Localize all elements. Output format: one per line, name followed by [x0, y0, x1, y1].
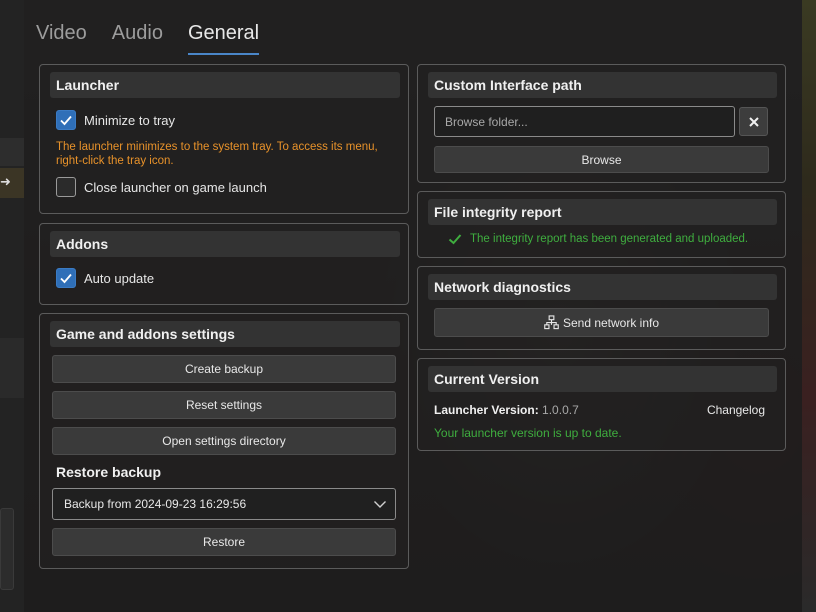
close-on-launch-checkbox[interactable]	[56, 177, 76, 197]
auto-update-label: Auto update	[84, 270, 155, 286]
browse-button[interactable]: Browse	[434, 146, 769, 173]
close-on-launch-option[interactable]: Close launcher on game launch	[56, 177, 267, 197]
launcher-card-title: Launcher	[50, 72, 400, 98]
background-scroll-panel	[0, 508, 14, 590]
custom-interface-card: Custom Interface path Browse	[417, 64, 786, 183]
close-on-launch-label: Close launcher on game launch	[84, 179, 267, 195]
custom-interface-card-title: Custom Interface path	[428, 72, 777, 98]
minimize-to-tray-checkbox[interactable]	[56, 110, 76, 130]
launcher-version-label: Launcher Version:	[434, 403, 539, 417]
file-integrity-card: File integrity report The integrity repo…	[417, 191, 786, 258]
auto-update-checkbox[interactable]	[56, 268, 76, 288]
restore-backup-title: Restore backup	[56, 464, 162, 480]
interface-path-input[interactable]	[434, 106, 735, 137]
current-version-card: Current Version Launcher Version: 1.0.0.…	[417, 358, 786, 451]
close-icon	[748, 116, 759, 127]
settings-panel: Video Audio General Launcher Minimize to…	[24, 0, 802, 612]
addons-card: Addons Auto update	[39, 223, 409, 305]
send-network-info-button[interactable]: Send network info	[434, 308, 769, 337]
launcher-version-value: 1.0.0.7	[542, 403, 579, 417]
game-settings-card-title: Game and addons settings	[50, 321, 400, 347]
launcher-card: Launcher Minimize to tray The launcher m…	[39, 64, 409, 214]
check-icon	[60, 273, 72, 284]
version-status-text: Your launcher version is up to date.	[434, 426, 622, 440]
minimize-to-tray-label: Minimize to tray	[84, 112, 176, 128]
minimize-to-tray-option[interactable]: Minimize to tray	[56, 110, 175, 130]
network-diagnostics-card: Network diagnostics Send network info	[417, 266, 786, 350]
arrow-icon: ➜	[0, 174, 11, 189]
background-block	[0, 138, 24, 166]
background-right-strip	[802, 0, 816, 612]
changelog-link[interactable]: Changelog	[707, 403, 765, 417]
launcher-version-row: Launcher Version: 1.0.0.7	[434, 403, 579, 417]
reset-settings-button[interactable]: Reset settings	[52, 391, 396, 419]
tab-audio[interactable]: Audio	[112, 22, 163, 55]
backup-select[interactable]: Backup from 2024-09-23 16:29:56	[52, 488, 396, 520]
background-block	[0, 338, 24, 398]
settings-tabs: Video Audio General	[36, 22, 260, 55]
background-block: ➜	[0, 168, 24, 198]
integrity-status: The integrity report has been generated …	[448, 232, 748, 246]
clear-path-button[interactable]	[739, 107, 768, 136]
check-icon	[60, 115, 72, 126]
auto-update-option[interactable]: Auto update	[56, 268, 154, 288]
minimize-hint-text: The launcher minimizes to the system tra…	[56, 141, 378, 167]
addons-card-title: Addons	[50, 231, 400, 257]
chevron-down-icon	[374, 501, 386, 508]
send-network-info-label: Send network info	[562, 315, 660, 330]
game-settings-card: Game and addons settings Create backup R…	[39, 313, 409, 569]
file-integrity-card-title: File integrity report	[428, 199, 777, 225]
network-diagnostics-card-title: Network diagnostics	[428, 274, 777, 300]
background-left-strip: ➜	[0, 0, 24, 612]
backup-select-value: Backup from 2024-09-23 16:29:56	[64, 497, 247, 511]
current-version-card-title: Current Version	[428, 366, 777, 392]
tab-video[interactable]: Video	[36, 22, 87, 55]
restore-button[interactable]: Restore	[52, 528, 396, 556]
tab-general[interactable]: General	[187, 22, 260, 55]
integrity-status-text: The integrity report has been generated …	[470, 233, 749, 245]
check-icon	[448, 234, 462, 245]
network-icon	[544, 315, 559, 330]
create-backup-button[interactable]: Create backup	[52, 355, 396, 383]
open-settings-directory-button[interactable]: Open settings directory	[52, 427, 396, 455]
